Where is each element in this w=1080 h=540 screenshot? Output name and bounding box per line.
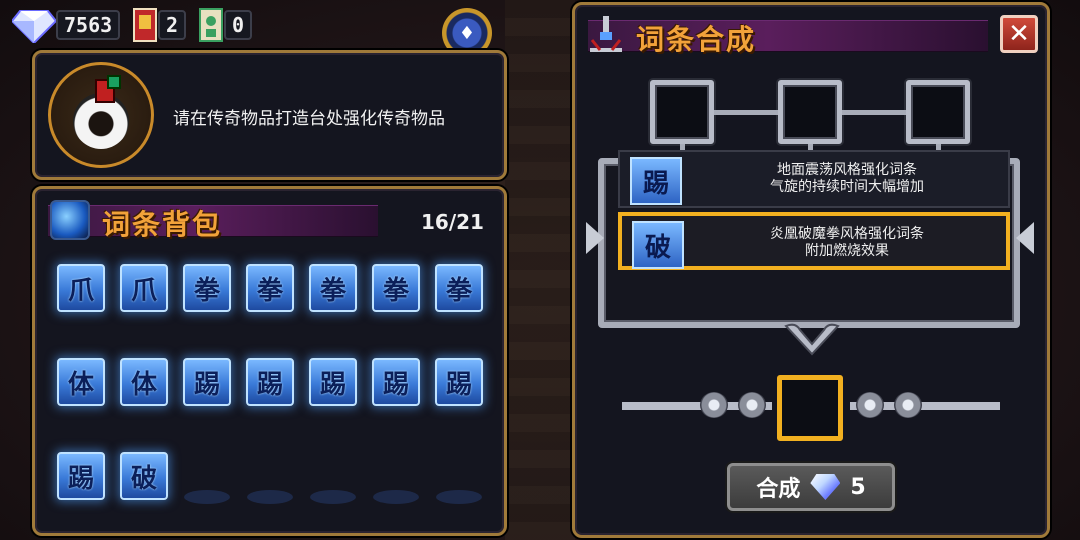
glyph-slot[interactable]: 拳 <box>246 264 294 312</box>
scroll-right-arrow[interactable] <box>1016 222 1034 254</box>
glyph-slot[interactable]: 破 <box>120 452 168 500</box>
glyph-slot[interactable]: 踢 <box>309 358 357 406</box>
glyph-icon: 体 <box>67 369 94 400</box>
entry-description: 地面震荡风格强化词条 气旋的持续时间大幅增加 <box>690 162 1004 196</box>
material-slot-3[interactable] <box>906 80 970 144</box>
empty-glyph-slot[interactable] <box>247 490 293 504</box>
bag-count: 16/21 <box>421 210 484 234</box>
glyph-entry-list[interactable]: 踢 地面震荡风格强化词条 气旋的持续时间大幅增加 破 炎凰破魔拳风格强化词条 附… <box>598 150 1020 328</box>
synthesis-title: 词条合成 <box>636 23 757 56</box>
glyph-slot[interactable]: 拳 <box>435 264 483 312</box>
entry-line-2: 附加燃烧效果 <box>805 243 889 259</box>
craft-cost: 5 <box>850 474 866 500</box>
close-button[interactable]: ✕ <box>1000 15 1038 53</box>
entry-line-2: 气旋的持续时间大幅增加 <box>770 179 924 195</box>
glyph-icon: 踢 <box>445 369 472 400</box>
ticket-icon <box>133 8 157 42</box>
glyph-slot[interactable]: 爪 <box>120 264 168 312</box>
glyph-entry-selected[interactable]: 破 炎凰破魔拳风格强化词条 附加燃烧效果 <box>618 212 1010 270</box>
card-icon <box>199 8 223 42</box>
glyph-slot[interactable]: 体 <box>57 358 105 406</box>
ticket-count: 2 <box>158 10 187 40</box>
chevron-down-icon <box>784 323 840 356</box>
entry-line-1: 地面震荡风格强化词条 <box>777 162 917 178</box>
gem-count: 7563 <box>56 10 121 40</box>
kick-glyph-icon: 踢 <box>630 157 682 205</box>
ornament-knob <box>856 392 884 418</box>
gem-counter: 7563 <box>12 10 121 43</box>
background-floor <box>505 0 575 540</box>
bag-orb-icon <box>50 200 90 240</box>
glyph-slot[interactable]: 踢 <box>435 358 483 406</box>
legendary-hint-text: 请在传奇物品打造台处强化传奇物品 <box>173 109 445 129</box>
ornament-knob <box>894 392 922 418</box>
empty-glyph-slot[interactable] <box>436 490 482 504</box>
glyph-slot[interactable]: 踢 <box>246 358 294 406</box>
ornament-knob <box>700 392 728 418</box>
craft-button[interactable]: 合成 5 <box>727 463 895 511</box>
glyph-icon: 拳 <box>319 275 346 306</box>
glyph-icon: 体 <box>130 369 157 400</box>
glyph-slot[interactable]: 体 <box>120 358 168 406</box>
bulb-icon: ♦ <box>458 22 476 44</box>
connector-pipe <box>842 110 906 115</box>
connector-pipe <box>714 110 778 115</box>
glyph-icon: 爪 <box>67 275 94 306</box>
empty-glyph-slot[interactable] <box>373 490 419 504</box>
glyph-icon: 踢 <box>256 369 283 400</box>
glyph-slot[interactable]: 拳 <box>183 264 231 312</box>
glyph-icon: 拳 <box>256 275 283 306</box>
glyph-slot[interactable]: 踢 <box>183 358 231 406</box>
break-glyph-icon: 破 <box>632 221 684 269</box>
ring-gem <box>107 75 121 89</box>
ornament-knob <box>738 392 766 418</box>
material-slot-2[interactable] <box>778 80 842 144</box>
material-slot-1[interactable] <box>650 80 714 144</box>
result-slot[interactable] <box>777 375 843 441</box>
glyph-slot[interactable]: 爪 <box>57 264 105 312</box>
glyph-icon: 踢 <box>67 463 94 494</box>
glyph-icon: 破 <box>130 463 157 494</box>
glyph-icon: 踢 <box>319 369 346 400</box>
craft-label: 合成 <box>756 477 801 502</box>
glyph-icon: 拳 <box>193 275 220 306</box>
glyph-slot[interactable]: 踢 <box>372 358 420 406</box>
close-icon: ✕ <box>1008 19 1030 49</box>
entry-description: 炎凰破魔拳风格强化词条 附加燃烧效果 <box>692 226 1002 260</box>
glyph-slot[interactable]: 拳 <box>372 264 420 312</box>
ticket-counter: 2 <box>132 8 187 42</box>
forge-icon <box>590 16 622 52</box>
glyph-slot[interactable]: 拳 <box>309 264 357 312</box>
bag-title: 词条背包 <box>102 208 223 241</box>
glyph-icon: 爪 <box>130 275 157 306</box>
scroll-left-arrow[interactable] <box>586 222 604 254</box>
card-counter: 0 <box>198 8 253 42</box>
entry-line-1: 炎凰破魔拳风格强化词条 <box>770 226 924 242</box>
glyph-slot[interactable]: 踢 <box>57 452 105 500</box>
gem-icon <box>12 10 56 43</box>
relic-ring-icon <box>48 62 154 168</box>
glyph-entry[interactable]: 踢 地面震荡风格强化词条 气旋的持续时间大幅增加 <box>618 150 1010 208</box>
currency-bar: 7563 2 0 <box>0 0 500 50</box>
card-count: 0 <box>224 10 253 40</box>
glyph-icon: 拳 <box>382 275 409 306</box>
glyph-icon: 踢 <box>193 369 220 400</box>
empty-glyph-slot[interactable] <box>184 490 230 504</box>
glyph-icon: 拳 <box>445 275 472 306</box>
empty-glyph-slot[interactable] <box>310 490 356 504</box>
gem-icon <box>810 474 841 500</box>
glyph-icon: 踢 <box>382 369 409 400</box>
